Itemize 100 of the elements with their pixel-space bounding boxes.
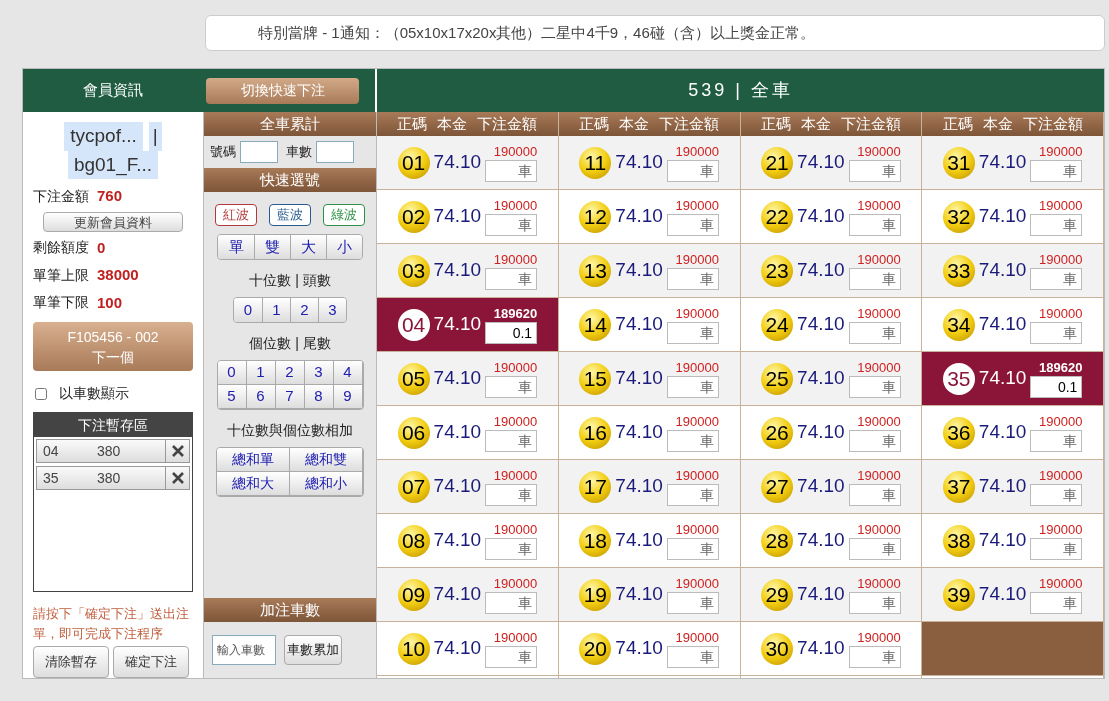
limit-text: 190000	[1039, 197, 1083, 214]
limit-text: 190000	[675, 467, 719, 484]
accumulate-button[interactable]: 車數累加	[284, 635, 342, 665]
bet-input[interactable]: 車	[666, 159, 719, 182]
bet-input[interactable]: 車	[1030, 483, 1083, 506]
digit-button[interactable]: 4	[333, 361, 363, 385]
bet-input[interactable]: 車	[1030, 321, 1083, 344]
digit-button[interactable]: 6	[246, 385, 276, 409]
bet-input[interactable]: 車	[666, 429, 719, 452]
odds-text: 74.10	[433, 528, 482, 553]
bet-input[interactable]: 0.1	[1030, 375, 1083, 398]
bet-input[interactable]: 車	[666, 213, 719, 236]
sum-button[interactable]: 總和大	[217, 472, 290, 496]
group-label: 個位數 | 尾數	[248, 334, 332, 353]
limit-text: 190000	[675, 575, 719, 592]
header-text: 正碼	[942, 114, 973, 134]
staged-amount: 380	[97, 442, 122, 462]
odds-text: 74.10	[797, 150, 845, 175]
input-field[interactable]	[240, 141, 278, 163]
limit-text: 190000	[1039, 413, 1083, 430]
bet-input[interactable]: 車	[666, 375, 719, 398]
action-button[interactable]: 清除暫存	[33, 646, 109, 678]
odds-text: 74.10	[615, 420, 663, 445]
digit-button[interactable]: 2	[275, 361, 305, 385]
odds-text: 74.10	[433, 636, 482, 661]
member-tab[interactable]: 會員資訊	[83, 79, 143, 102]
input-field[interactable]	[316, 141, 354, 163]
odds-text: 74.10	[978, 150, 1027, 175]
username-text: bg01_F...	[67, 150, 159, 179]
bet-input[interactable]: 車	[848, 645, 901, 668]
header-text: 本金	[619, 114, 650, 134]
bet-input[interactable]: 車	[1030, 213, 1083, 236]
limit-text: 190000	[1039, 305, 1083, 322]
bet-input[interactable]: 車	[848, 483, 901, 506]
digit-button[interactable]: 1	[262, 298, 290, 322]
bet-input[interactable]: 車	[485, 645, 538, 668]
digit-button[interactable]: 0	[234, 298, 262, 322]
bet-input[interactable]: 車	[485, 591, 538, 614]
bet-input[interactable]: 車	[1030, 537, 1083, 560]
bet-input[interactable]: 車	[848, 213, 901, 236]
bet-input[interactable]: 車	[848, 375, 901, 398]
odds-text: 74.10	[615, 528, 663, 553]
count-input[interactable]: 輸入車數	[212, 635, 276, 665]
bet-input[interactable]: 車	[485, 537, 538, 560]
header-text: 下注金額	[1022, 114, 1083, 134]
digit-button[interactable]: 7	[275, 385, 305, 409]
stat-value: 760	[97, 186, 123, 206]
bet-input[interactable]: 車	[666, 645, 719, 668]
bet-input[interactable]: 車	[485, 159, 538, 182]
bet-input[interactable]: 車	[666, 537, 719, 560]
bet-input[interactable]: 車	[848, 267, 901, 290]
limit-text: 190000	[493, 251, 538, 268]
digit-button[interactable]: 3	[318, 298, 346, 322]
bet-input[interactable]: 車	[1030, 159, 1083, 182]
bet-input[interactable]: 車	[848, 537, 901, 560]
pick-button[interactable]: 大	[290, 235, 326, 259]
bet-input[interactable]: 車	[485, 267, 538, 290]
refresh-button[interactable]: 更新會員資料	[43, 211, 183, 232]
header-text: 正碼	[579, 114, 610, 134]
bet-input[interactable]: 車	[848, 159, 901, 182]
sum-button[interactable]: 總和雙	[290, 448, 363, 472]
checkbox[interactable]	[35, 387, 47, 400]
pick-button[interactable]: 雙	[254, 235, 290, 259]
limit-text: 190000	[857, 197, 901, 214]
digit-button[interactable]: 9	[333, 385, 363, 409]
bet-input[interactable]: 車	[1030, 429, 1083, 452]
digit-button[interactable]: 2	[290, 298, 318, 322]
sum-button[interactable]: 總和小	[290, 472, 363, 496]
limit-text: 190000	[493, 197, 538, 214]
wave-button[interactable]: 綠波	[323, 204, 365, 226]
close-icon	[171, 445, 184, 458]
bet-input[interactable]: 車	[848, 429, 901, 452]
bet-input[interactable]: 車	[666, 483, 719, 506]
digit-button[interactable]: 1	[246, 361, 276, 385]
digit-button[interactable]: 0	[217, 361, 247, 385]
bet-input[interactable]: 車	[1030, 591, 1083, 614]
pick-button[interactable]: 小	[326, 235, 362, 259]
odds-text: 74.10	[615, 582, 663, 607]
digit-button[interactable]: 5	[217, 385, 247, 409]
bet-input[interactable]: 車	[485, 213, 538, 236]
sum-button[interactable]: 總和單	[217, 448, 290, 472]
digit-button[interactable]: 3	[304, 361, 334, 385]
limit-text: 190000	[675, 305, 719, 322]
section-header: 快速選號	[204, 168, 376, 192]
bet-input[interactable]: 車	[848, 321, 901, 344]
bet-input[interactable]: 車	[485, 375, 538, 398]
bet-input[interactable]: 車	[666, 267, 719, 290]
bet-input[interactable]: 車	[848, 591, 901, 614]
bet-input[interactable]: 車	[485, 483, 538, 506]
wave-button[interactable]: 藍波	[269, 204, 311, 226]
bet-input[interactable]: 車	[666, 321, 719, 344]
wave-button[interactable]: 紅波	[215, 204, 257, 226]
bet-input[interactable]: 車	[485, 429, 538, 452]
odds-text: 74.10	[433, 312, 482, 337]
bet-input[interactable]: 車	[1030, 267, 1083, 290]
bet-input[interactable]: 車	[666, 591, 719, 614]
action-button[interactable]: 確定下注	[113, 646, 189, 678]
pick-button[interactable]: 單	[218, 235, 254, 259]
digit-button[interactable]: 8	[304, 385, 334, 409]
bet-input[interactable]: 0.1	[485, 321, 538, 344]
